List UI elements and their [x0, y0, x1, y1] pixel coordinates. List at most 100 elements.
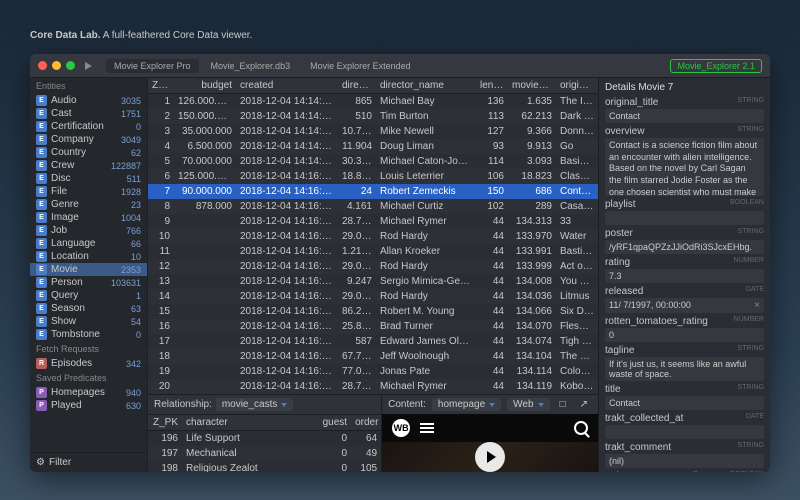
entity-icon: E [36, 238, 47, 249]
hero-rest: A full-feathered Core Data viewer. [101, 30, 253, 41]
sidebar-item[interactable]: ELanguage66 [30, 237, 147, 250]
detail-field: posterSTRING/yRF1qpaQPZzJJiOdRi3SJcxEHbg… [605, 228, 764, 254]
detail-value[interactable]: 0 [605, 328, 764, 342]
detail-value[interactable]: If it's just us, it seems like an awful … [605, 357, 764, 381]
video-play-button[interactable] [475, 442, 505, 472]
table-row[interactable]: 102018-12-04 14:16:31029.078Rod Hardy441… [148, 229, 598, 244]
zoom-icon[interactable] [66, 61, 75, 70]
sidebar-section: Saved Predicates [30, 370, 147, 386]
detail-field: trakt_comment_spoilerBOOLEAN [605, 471, 764, 472]
entity-icon: E [36, 186, 47, 197]
relationship-select[interactable]: movie_casts [216, 398, 294, 411]
sidebar-item[interactable]: EQuery1 [30, 289, 147, 302]
details-panel: Details Movie 7 original_titleSTRINGCont… [598, 78, 770, 472]
entity-icon: R [36, 358, 47, 369]
table-row[interactable]: 202018-12-04 14:16:30028.741Michael Ryme… [148, 379, 598, 394]
detail-field: trakt_collected_atDATE [605, 413, 764, 439]
version-badge: Movie_Explorer 2.1 [670, 59, 762, 73]
entity-icon: E [36, 199, 47, 210]
rel-row[interactable]: 196Life Support064 [148, 431, 381, 446]
sidebar-item[interactable]: EAudio3035 [30, 94, 147, 107]
entity-icon: E [36, 173, 47, 184]
titlebar: Movie Explorer ProMovie_Explorer.db3Movi… [30, 54, 770, 78]
table-row[interactable]: 112018-12-04 14:16:3101.215.364Allan Kro… [148, 244, 598, 259]
sidebar-item[interactable]: EImage1004 [30, 211, 147, 224]
table-row[interactable]: 142018-12-04 14:16:31029.078Rod Hardy441… [148, 289, 598, 304]
content-type-select[interactable]: Web [507, 398, 549, 411]
detail-value[interactable]: 7.3 [605, 269, 764, 283]
rel-row[interactable]: 197Mechanical049 [148, 446, 381, 461]
table-row[interactable]: 2150.000.0002018-12-04 14:14:080510Tim B… [148, 109, 598, 124]
table-row[interactable]: 790.000.0002018-12-04 14:16:30024Robert … [148, 184, 598, 199]
table-row[interactable]: 182018-12-04 14:16:30067.758Jeff Woolnou… [148, 349, 598, 364]
sidebar-item[interactable]: ELocation10 [30, 250, 147, 263]
sidebar-item[interactable]: ECompany3049 [30, 133, 147, 146]
sidebar-item[interactable]: REpisodes342 [30, 357, 147, 370]
hamburger-icon[interactable] [420, 423, 434, 433]
sidebar-item[interactable]: ECast1751 [30, 107, 147, 120]
title-tab[interactable]: Movie Explorer Pro [106, 59, 199, 73]
table-row[interactable]: 92018-12-04 14:16:31028.741Michael Rymer… [148, 214, 598, 229]
entity-icon: E [36, 303, 47, 314]
close-icon[interactable] [38, 61, 47, 70]
detail-value[interactable]: Contact is a science fiction film about … [605, 138, 764, 196]
title-tab[interactable]: Movie_Explorer.db3 [203, 59, 299, 73]
sidebar-item[interactable]: ECountry62 [30, 146, 147, 159]
detail-field: playlistBOOLEAN [605, 199, 764, 225]
detail-value[interactable] [605, 425, 764, 439]
search-icon[interactable] [574, 421, 588, 435]
table-row[interactable]: 122018-12-04 14:16:31029.078Rod Hardy441… [148, 259, 598, 274]
entity-icon: E [36, 212, 47, 223]
table-row[interactable]: 570.000.0002018-12-04 14:14:10030.365Mic… [148, 154, 598, 169]
table-row[interactable]: 46.500.0002018-12-04 14:14:09011.904Doug… [148, 139, 598, 154]
sidebar-item[interactable]: ECrew122887 [30, 159, 147, 172]
table-row[interactable]: 192018-12-04 14:16:30077.086Jonas Pate44… [148, 364, 598, 379]
detail-value[interactable] [605, 211, 764, 225]
table-row[interactable]: 335.000.0002018-12-04 14:14:09010.723Mik… [148, 124, 598, 139]
content-next-icon[interactable]: ↗ [576, 399, 592, 410]
sidebar-item[interactable]: PPlayed630 [30, 399, 147, 412]
table-row[interactable]: 152018-12-04 14:16:31086.293Robert M. Yo… [148, 304, 598, 319]
table-row[interactable]: 1126.000.0002018-12-04 14:14:070865Micha… [148, 94, 598, 109]
content-prev-icon[interactable]: □ [556, 399, 570, 410]
table-row[interactable]: 172018-12-04 14:16:300587Edward James Ol… [148, 334, 598, 349]
detail-value[interactable]: (nil) [605, 454, 764, 468]
detail-value[interactable]: Contact [605, 396, 764, 410]
sidebar-item[interactable]: ESeason63 [30, 302, 147, 315]
play-icon[interactable] [85, 62, 92, 70]
entity-icon: E [36, 329, 47, 340]
minimize-icon[interactable] [52, 61, 61, 70]
sidebar-item[interactable]: EFile1928 [30, 185, 147, 198]
sidebar-item[interactable]: EDisc511 [30, 172, 147, 185]
filter-input[interactable]: ⚙ Filter [30, 452, 147, 472]
detail-field: taglineSTRINGIf it's just us, it seems l… [605, 345, 764, 381]
detail-value[interactable]: /yRF1qpaQPZzJJiOdRi3SJcxEHbg. [605, 240, 764, 254]
web-preview: WB [382, 414, 598, 472]
table-row[interactable]: 132018-12-04 14:16:3109.247Sergio Mimica… [148, 274, 598, 289]
table-row[interactable]: 6125.000.0002018-12-04 14:16:30018.865Lo… [148, 169, 598, 184]
entity-icon: E [36, 290, 47, 301]
sidebar-item[interactable]: EGenre23 [30, 198, 147, 211]
clear-icon[interactable]: × [754, 300, 760, 311]
sidebar-section: Fetch Requests [30, 341, 147, 357]
wb-logo-icon: WB [392, 419, 410, 437]
sidebar-item[interactable]: EJob766 [30, 224, 147, 237]
title-tab[interactable]: Movie Explorer Extended [302, 59, 419, 73]
sidebar-item[interactable]: ECertification0 [30, 120, 147, 133]
table-row[interactable]: 8878.0002018-12-04 14:16:3104.161Michael… [148, 199, 598, 214]
content-select[interactable]: homepage [432, 398, 501, 411]
sidebar-item[interactable]: ETombstone0 [30, 328, 147, 341]
table-row[interactable]: 162018-12-04 14:16:30025.882Brad Turner4… [148, 319, 598, 334]
detail-value[interactable]: 11/ 7/1997, 00:00:00× [605, 298, 764, 313]
entity-icon: E [36, 277, 47, 288]
detail-value[interactable]: Contact [605, 109, 764, 123]
sidebar-item[interactable]: EShow54 [30, 315, 147, 328]
detail-field: original_titleSTRINGContact [605, 97, 764, 123]
entity-icon: E [36, 121, 47, 132]
entity-icon: E [36, 134, 47, 145]
sidebar-item[interactable]: EPerson103631 [30, 276, 147, 289]
app-window: Movie Explorer ProMovie_Explorer.db3Movi… [30, 54, 770, 472]
sidebar-item[interactable]: EMovie2353 [30, 263, 147, 276]
rel-row[interactable]: 198Religious Zealot0105 [148, 461, 381, 472]
sidebar-item[interactable]: PHomepages940 [30, 386, 147, 399]
